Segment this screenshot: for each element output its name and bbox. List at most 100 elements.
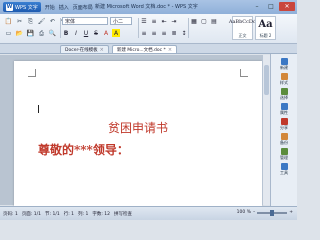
style-name: 标题 2 bbox=[259, 33, 272, 38]
new-icon bbox=[280, 58, 288, 65]
spell-check-toggle[interactable]: 拼写检查 bbox=[114, 211, 132, 217]
menu-insert[interactable]: 插入 bbox=[59, 4, 69, 11]
bold-button[interactable]: B bbox=[62, 29, 70, 37]
wps-app-button[interactable]: W WPS 文字 bbox=[3, 2, 41, 12]
status-column: 列: 1 bbox=[78, 211, 89, 217]
bullets-icon[interactable]: ☰ bbox=[140, 17, 148, 25]
sidebar-item-share[interactable]: 分享 bbox=[280, 118, 288, 130]
document-tab-bar: Docer-在线模板 × 新建 Micro...文档.doc * × bbox=[0, 44, 297, 54]
style-sample: AaBbCcDd bbox=[228, 19, 257, 25]
font-name-select[interactable]: 宋体 bbox=[62, 17, 108, 25]
zoom-out-button[interactable]: – bbox=[253, 210, 255, 215]
sidebar-item-manage[interactable]: 管理 bbox=[280, 148, 288, 160]
window-controls: – □ ✕ bbox=[251, 2, 295, 11]
strikethrough-button[interactable]: S bbox=[92, 29, 100, 37]
app-button-label: WPS 文字 bbox=[15, 4, 38, 11]
preview-icon[interactable]: 🔍 bbox=[48, 29, 57, 38]
font-format-group: B I U S A A bbox=[62, 29, 120, 37]
tab-current-document[interactable]: 新建 Micro...文档.doc * × bbox=[111, 45, 178, 53]
print-icon[interactable]: ⎙ bbox=[37, 29, 46, 38]
document-heading: 贫困申请书 bbox=[107, 121, 168, 135]
divider bbox=[138, 18, 139, 38]
sidebar-item-tools[interactable]: 工具 bbox=[280, 163, 288, 175]
status-bar: 页码: 1 页面: 1/1 节: 1/1 行: 1 列: 1 字数: 12 拼写… bbox=[0, 206, 297, 220]
zoom-level: 100 % bbox=[236, 210, 251, 215]
sidebar-item-backup[interactable]: 备份 bbox=[280, 133, 288, 145]
underline-button[interactable]: U bbox=[82, 29, 90, 37]
indent-increase-icon[interactable]: ⇥ bbox=[170, 17, 178, 25]
styles-icon bbox=[280, 73, 288, 80]
tab-label: Docer-在线模板 bbox=[65, 47, 98, 53]
copy-icon[interactable]: ⎘ bbox=[26, 17, 35, 26]
zoom-in-button[interactable]: + bbox=[289, 210, 293, 215]
scroll-thumb[interactable] bbox=[264, 65, 269, 95]
sidebar-item-select[interactable]: 选择 bbox=[280, 88, 288, 100]
share-icon bbox=[280, 118, 288, 125]
style-heading-1[interactable]: Aa 标题 2 bbox=[255, 16, 276, 40]
menu-bar: 开始 插入 页面布局 bbox=[45, 4, 93, 11]
paragraph-group-2: ≡ ≡ ≡ ≣ ↕ bbox=[140, 29, 188, 37]
table-icon[interactable]: ▦ bbox=[190, 17, 198, 25]
status-section: 节: 1/1 bbox=[45, 211, 60, 217]
margin-marker bbox=[240, 69, 248, 77]
close-tab-icon[interactable]: × bbox=[168, 47, 172, 53]
title-bar: W WPS 文字 开始 插入 页面布局 新建 Microsoft Word 文档… bbox=[0, 0, 297, 14]
manage-icon bbox=[280, 148, 288, 155]
zoom-slider[interactable] bbox=[257, 209, 288, 216]
open-icon[interactable]: 📂 bbox=[15, 29, 24, 38]
document-workspace: 贫困申请书 尊敬的***领导： bbox=[0, 55, 270, 211]
status-page: 页码: 1 bbox=[3, 211, 18, 217]
select-icon bbox=[280, 88, 288, 95]
align-left-icon[interactable]: ≡ bbox=[140, 29, 148, 37]
toolbar-row-2: ▭ 📂 💾 ⎙ 🔍 bbox=[4, 29, 57, 38]
margin-marker bbox=[28, 69, 36, 77]
font-color-icon[interactable]: A bbox=[102, 29, 110, 37]
format-painter-icon[interactable]: 🖌 bbox=[37, 17, 46, 26]
italic-button[interactable]: I bbox=[72, 29, 80, 37]
text-cursor bbox=[38, 105, 39, 113]
style-gallery: AaBbCcDd 正文 Aa 标题 2 bbox=[228, 16, 276, 40]
style-name: 正文 bbox=[238, 33, 247, 38]
align-right-icon[interactable]: ≡ bbox=[160, 29, 168, 37]
sidebar-item-new[interactable]: 新建 bbox=[280, 58, 288, 70]
tab-label: 新建 Micro...文档.doc * bbox=[116, 47, 166, 53]
sidebar-item-properties[interactable]: 属性 bbox=[280, 103, 288, 115]
tab-docer-templates[interactable]: Docer-在线模板 × bbox=[60, 45, 109, 53]
document-page[interactable]: 贫困申请书 尊敬的***领导： bbox=[14, 61, 262, 211]
style-sample: Aa bbox=[258, 19, 273, 30]
indent-decrease-icon[interactable]: ⇤ bbox=[160, 17, 168, 25]
save-icon[interactable]: 💾 bbox=[26, 29, 35, 38]
shading-icon[interactable]: ▤ bbox=[210, 17, 218, 25]
toolbar-row-1: 📋 ✂ ⎘ 🖌 ↶ ↷ bbox=[4, 17, 68, 26]
style-normal[interactable]: AaBbCcDd 正文 bbox=[228, 16, 257, 40]
numbering-icon[interactable]: ≡ bbox=[150, 17, 158, 25]
line-spacing-icon[interactable]: ↕ bbox=[180, 29, 188, 37]
status-row: 行: 1 bbox=[63, 211, 75, 217]
menu-home[interactable]: 开始 bbox=[45, 4, 55, 11]
justify-icon[interactable]: ≣ bbox=[170, 29, 178, 37]
zoom-slider-knob[interactable] bbox=[270, 209, 275, 216]
divider bbox=[188, 18, 189, 38]
align-center-icon[interactable]: ≡ bbox=[150, 29, 158, 37]
border-icon[interactable]: ▢ bbox=[200, 17, 208, 25]
wps-logo-icon: W bbox=[6, 3, 13, 11]
close-button[interactable]: ✕ bbox=[279, 2, 295, 11]
status-pages: 页面: 1/1 bbox=[21, 211, 42, 217]
misc-group: ▦ ▢ ▤ bbox=[190, 17, 218, 25]
new-doc-icon[interactable]: ▭ bbox=[4, 29, 13, 38]
highlight-icon[interactable]: A bbox=[112, 29, 120, 37]
maximize-button[interactable]: □ bbox=[265, 2, 277, 11]
document-greeting: 尊敬的***领导： bbox=[38, 143, 129, 157]
paste-icon[interactable]: 📋 bbox=[4, 17, 13, 26]
sidebar-item-styles[interactable]: 样式 bbox=[280, 73, 288, 85]
cut-icon[interactable]: ✂ bbox=[15, 17, 24, 26]
undo-icon[interactable]: ↶ bbox=[48, 17, 57, 26]
close-tab-icon[interactable]: × bbox=[100, 47, 104, 53]
minimize-button[interactable]: – bbox=[251, 2, 263, 11]
tools-icon bbox=[280, 163, 288, 170]
menu-layout[interactable]: 页面布局 bbox=[73, 4, 93, 11]
vertical-scrollbar[interactable] bbox=[262, 55, 270, 205]
paragraph-group-1: ☰ ≡ ⇤ ⇥ bbox=[140, 17, 178, 25]
properties-icon bbox=[280, 103, 288, 110]
font-size-select[interactable]: 小二 bbox=[110, 17, 132, 25]
